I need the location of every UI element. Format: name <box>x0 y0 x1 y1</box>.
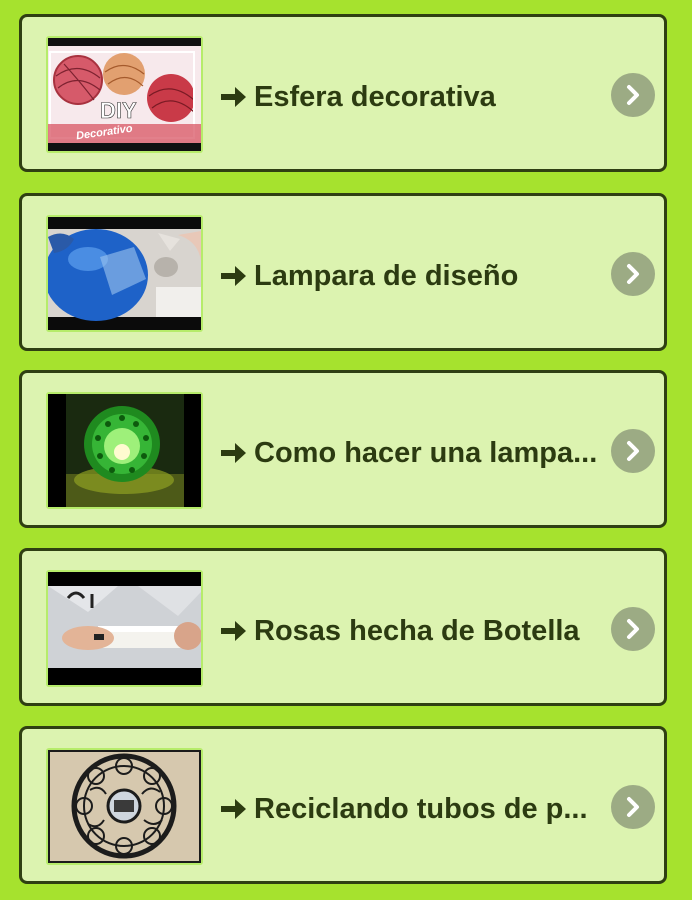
paper-tube-mirror-thumbnail <box>48 750 201 863</box>
chevron-right-icon[interactable] <box>611 607 655 651</box>
item-title-text: Como hacer una lampa... <box>254 437 598 469</box>
green-lamp-thumbnail <box>48 394 201 507</box>
item-title: Como hacer una lampa... <box>218 431 603 475</box>
item-title-text: Rosas hecha de Botella <box>254 615 580 647</box>
item-title: Rosas hecha de Botella <box>218 609 603 653</box>
blue-balloon-thumbnail <box>48 217 201 330</box>
item-title-text: Reciclando tubos de p... <box>254 793 588 825</box>
yarn-spheres-thumbnail: DIY Decorativo <box>48 38 201 151</box>
chevron-right-icon[interactable] <box>611 252 655 296</box>
item-title-text: Esfera decorativa <box>254 81 496 113</box>
thumbnail-text-diy: DIY <box>100 98 137 123</box>
arrow-right-icon <box>221 87 246 107</box>
list-item[interactable]: Rosas hecha de Botella <box>19 548 667 706</box>
arrow-right-icon <box>221 443 246 463</box>
item-title: Esfera decorativa <box>218 75 603 119</box>
item-title: Reciclando tubos de p... <box>218 787 603 831</box>
chevron-right-icon[interactable] <box>611 73 655 117</box>
arrow-right-icon <box>221 621 246 641</box>
item-title: Lampara de diseño <box>218 254 603 298</box>
list-item[interactable]: Como hacer una lampa... <box>19 370 667 528</box>
thumbnail-frame: DIY Decorativo <box>46 36 203 153</box>
thumbnail-frame <box>46 570 203 687</box>
chevron-right-icon[interactable] <box>611 429 655 473</box>
chevron-right-icon[interactable] <box>611 785 655 829</box>
thumbnail-frame <box>46 748 203 865</box>
list-item[interactable]: Reciclando tubos de p... <box>19 726 667 884</box>
list-item[interactable]: Lampara de diseño <box>19 193 667 351</box>
bottle-roses-thumbnail <box>48 572 201 685</box>
thumbnail-frame <box>46 392 203 509</box>
item-title-text: Lampara de diseño <box>254 260 519 292</box>
arrow-right-icon <box>221 799 246 819</box>
list-item[interactable]: DIY Decorativo Esfera decorativa <box>19 14 667 172</box>
thumbnail-frame <box>46 215 203 332</box>
arrow-right-icon <box>221 266 246 286</box>
video-list: DIY Decorativo Esfera decorativa Lampara… <box>0 0 692 900</box>
